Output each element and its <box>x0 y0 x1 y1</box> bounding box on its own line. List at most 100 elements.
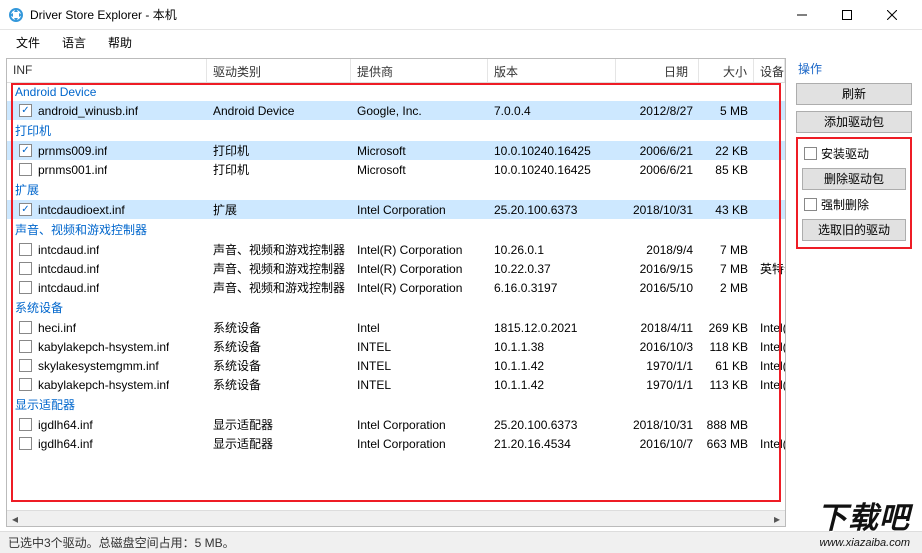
cell-provider: Intel(R) Corporation <box>351 261 488 277</box>
cell-category: Android Device <box>207 103 351 119</box>
group-header[interactable]: 打印机 <box>7 120 785 141</box>
app-icon <box>8 7 24 23</box>
cell-version: 25.20.100.6373 <box>488 417 616 433</box>
table-row[interactable]: kabylakepch-hsystem.inf系统设备INTEL10.1.1.3… <box>7 337 785 356</box>
cell-provider: Microsoft <box>351 162 488 178</box>
group-header[interactable]: 系统设备 <box>7 297 785 318</box>
cell-inf: prnms009.inf <box>38 144 107 158</box>
horizontal-scrollbar[interactable]: ◂ ▸ <box>7 510 785 526</box>
cell-version: 10.1.1.38 <box>488 339 616 355</box>
cell-device <box>754 249 785 251</box>
cell-device: Intel(R) 200 <box>754 339 785 355</box>
cell-inf: heci.inf <box>38 321 76 335</box>
table-row[interactable]: heci.inf系统设备Intel1815.12.0.20212018/4/11… <box>7 318 785 337</box>
row-checkbox[interactable] <box>19 163 32 176</box>
table-row[interactable]: intcdaudioext.inf扩展Intel Corporation25.2… <box>7 200 785 219</box>
group-header[interactable]: 扩展 <box>7 179 785 200</box>
table-row[interactable]: intcdaud.inf声音、视频和游戏控制器Intel(R) Corporat… <box>7 259 785 278</box>
col-version[interactable]: 版本 <box>488 59 616 82</box>
row-checkbox[interactable] <box>19 262 32 275</box>
highlight-box-side: 安装驱动 删除驱动包 强制删除 选取旧的驱动 <box>796 137 912 249</box>
cell-version: 1815.12.0.2021 <box>488 320 616 336</box>
cell-category: 声音、视频和游戏控制器 <box>207 240 351 259</box>
cell-provider: Intel Corporation <box>351 202 488 218</box>
row-checkbox[interactable] <box>19 359 32 372</box>
cell-device <box>754 424 785 426</box>
row-checkbox[interactable] <box>19 281 32 294</box>
cell-inf: kabylakepch-hsystem.inf <box>38 378 169 392</box>
cell-date: 1970/1/1 <box>616 358 699 374</box>
cell-version: 6.16.0.3197 <box>488 280 616 296</box>
scroll-right-icon[interactable]: ▸ <box>769 511 785 527</box>
cell-date: 1970/1/1 <box>616 377 699 393</box>
cell-provider: Intel Corporation <box>351 436 488 452</box>
row-checkbox[interactable] <box>19 418 32 431</box>
group-header[interactable]: 声音、视频和游戏控制器 <box>7 219 785 240</box>
cell-date: 2018/10/31 <box>616 417 699 433</box>
cell-version: 25.20.100.6373 <box>488 202 616 218</box>
row-checkbox[interactable] <box>19 378 32 391</box>
table-row[interactable]: skylakesystemgmm.inf系统设备INTEL10.1.1.4219… <box>7 356 785 375</box>
col-size[interactable]: 大小 <box>699 59 754 82</box>
cell-size: 663 MB <box>699 436 754 452</box>
col-inf[interactable]: INF <box>7 59 207 82</box>
add-package-button[interactable]: 添加驱动包 <box>796 111 912 133</box>
cell-size: 61 KB <box>699 358 754 374</box>
cell-version: 10.1.1.42 <box>488 377 616 393</box>
group-header[interactable]: 显示适配器 <box>7 394 785 415</box>
close-button[interactable] <box>869 0 914 30</box>
col-device[interactable]: 设备名称 <box>754 59 785 82</box>
cell-device: 英特尔(R) 显 <box>754 259 785 278</box>
cell-size: 22 KB <box>699 143 754 159</box>
cell-date: 2016/9/15 <box>616 261 699 277</box>
table-row[interactable]: prnms001.inf打印机Microsoft10.0.10240.16425… <box>7 160 785 179</box>
cell-version: 10.0.10240.16425 <box>488 143 616 159</box>
group-header[interactable]: Android Device <box>7 83 785 101</box>
menu-help[interactable]: 帮助 <box>98 31 142 54</box>
row-checkbox[interactable] <box>19 203 32 216</box>
row-checkbox[interactable] <box>19 104 32 117</box>
cell-category: 显示适配器 <box>207 434 351 453</box>
table-row[interactable]: intcdaud.inf声音、视频和游戏控制器Intel(R) Corporat… <box>7 240 785 259</box>
cell-size: 888 MB <box>699 417 754 433</box>
delete-package-button[interactable]: 删除驱动包 <box>802 168 906 190</box>
cell-provider: Google, Inc. <box>351 103 488 119</box>
cell-size: 113 KB <box>699 377 754 393</box>
maximize-button[interactable] <box>824 0 869 30</box>
row-checkbox[interactable] <box>19 437 32 450</box>
minimize-button[interactable] <box>779 0 824 30</box>
row-checkbox[interactable] <box>19 243 32 256</box>
table-row[interactable]: prnms009.inf打印机Microsoft10.0.10240.16425… <box>7 141 785 160</box>
col-date[interactable]: 日期 <box>616 59 699 82</box>
col-provider[interactable]: 提供商 <box>351 59 488 82</box>
menu-bar: 文件 语言 帮助 <box>0 30 922 54</box>
cell-provider: Intel(R) Corporation <box>351 242 488 258</box>
table-row[interactable]: intcdaud.inf声音、视频和游戏控制器Intel(R) Corporat… <box>7 278 785 297</box>
cell-date: 2006/6/21 <box>616 162 699 178</box>
table-row[interactable]: igdlh64.inf显示适配器Intel Corporation21.20.1… <box>7 434 785 453</box>
cell-inf: prnms001.inf <box>38 163 107 177</box>
select-old-button[interactable]: 选取旧的驱动 <box>802 219 906 241</box>
row-checkbox[interactable] <box>19 144 32 157</box>
cell-date: 2016/5/10 <box>616 280 699 296</box>
row-checkbox[interactable] <box>19 321 32 334</box>
cell-inf: igdlh64.inf <box>38 418 93 432</box>
menu-language[interactable]: 语言 <box>52 31 96 54</box>
table-row[interactable]: igdlh64.inf显示适配器Intel Corporation25.20.1… <box>7 415 785 434</box>
col-category[interactable]: 驱动类别 <box>207 59 351 82</box>
install-driver-checkbox[interactable]: 安装驱动 <box>804 145 906 162</box>
scroll-left-icon[interactable]: ◂ <box>7 511 23 527</box>
table-row[interactable]: kabylakepch-hsystem.inf系统设备INTEL10.1.1.4… <box>7 375 785 394</box>
force-delete-checkbox[interactable]: 强制删除 <box>804 196 906 213</box>
cell-category: 声音、视频和游戏控制器 <box>207 259 351 278</box>
table-row[interactable]: android_winusb.infAndroid DeviceGoogle, … <box>7 101 785 120</box>
operations-panel: 操作 刷新 添加驱动包 安装驱动 删除驱动包 强制删除 选取旧的驱动 <box>786 54 922 531</box>
refresh-button[interactable]: 刷新 <box>796 83 912 105</box>
menu-file[interactable]: 文件 <box>6 31 50 54</box>
cell-version: 10.26.0.1 <box>488 242 616 258</box>
cell-size: 5 MB <box>699 103 754 119</box>
cell-size: 7 MB <box>699 242 754 258</box>
cell-device: Intel(R) Xeon <box>754 358 785 374</box>
row-checkbox[interactable] <box>19 340 32 353</box>
cell-device <box>754 110 785 112</box>
